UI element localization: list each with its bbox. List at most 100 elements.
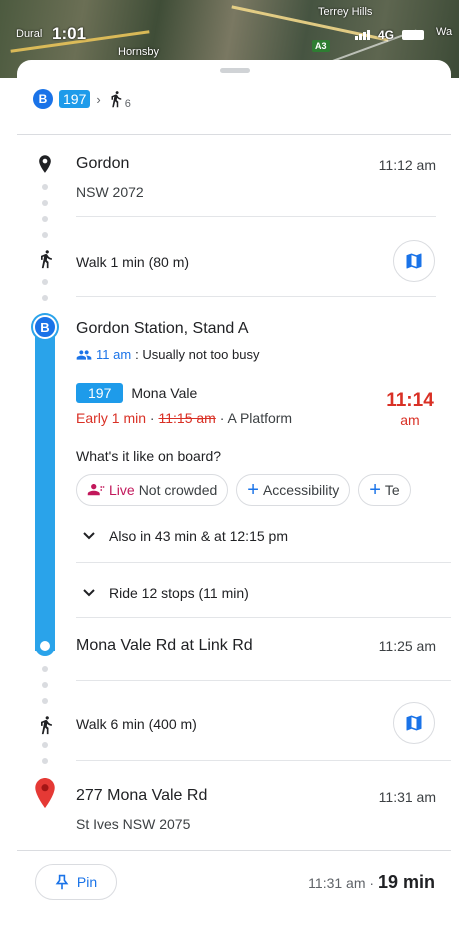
bottom-bar: Pin 11:31 am · 19 min bbox=[0, 850, 459, 932]
section-divider bbox=[76, 562, 451, 563]
departure-time: 11:14 am bbox=[375, 390, 445, 428]
walk1-map-button[interactable] bbox=[393, 240, 435, 282]
plus-icon: + bbox=[247, 479, 259, 501]
timeline-dot bbox=[42, 232, 48, 238]
alight-time: 11:25 am bbox=[378, 638, 436, 654]
walk2-label[interactable]: Walk 6 min (400 m) bbox=[76, 716, 197, 732]
busy-indicator: 11 am: Usually not too busy bbox=[76, 347, 259, 362]
section-divider bbox=[76, 216, 436, 217]
section-divider bbox=[76, 617, 451, 618]
chevron-down-icon bbox=[83, 532, 95, 540]
departure-time-ampm: am bbox=[400, 412, 420, 428]
bus-stop-start-icon: B bbox=[33, 315, 57, 339]
plus-icon: + bbox=[369, 479, 381, 501]
timeline-dot bbox=[42, 184, 48, 190]
accessibility-label: Accessibility bbox=[262, 482, 340, 498]
chevron-right-icon: › bbox=[96, 91, 101, 107]
early-label: Early 1 min bbox=[76, 410, 147, 426]
crowd-label: Not crowded bbox=[138, 482, 218, 498]
map-label-terrey-hills: Terrey Hills bbox=[318, 6, 373, 18]
timeline-dot bbox=[42, 698, 48, 704]
map-label-hornsby: Hornsby bbox=[118, 46, 159, 58]
pin-label: Pin bbox=[76, 874, 98, 890]
departure-time-value: 11:14 bbox=[386, 390, 434, 411]
route-chip: 197 bbox=[76, 383, 124, 403]
scheduled-time: 11:15 am bbox=[158, 410, 216, 426]
accessibility-chip[interactable]: + Accessibility bbox=[236, 474, 351, 506]
walk-icon bbox=[111, 91, 121, 108]
onboard-question: What's it like on board? bbox=[76, 448, 222, 464]
departure-status: Early 1 min · 11:15 am · A Platform bbox=[76, 410, 292, 426]
busy-text: : Usually not too busy bbox=[135, 347, 260, 362]
walk-icon bbox=[41, 250, 52, 269]
sheet-grabber[interactable] bbox=[220, 68, 250, 73]
battery-icon bbox=[402, 30, 425, 40]
separator: · bbox=[146, 410, 159, 426]
also-departures-label: Also in 43 min & at 12:15 pm bbox=[109, 528, 288, 544]
timeline-dot bbox=[42, 295, 48, 301]
chevron-down-icon bbox=[83, 589, 95, 597]
arrival-time: 11:31 am bbox=[308, 875, 366, 891]
map-icon bbox=[406, 253, 422, 269]
map-road-badge: A3 bbox=[312, 40, 330, 52]
live-label: Live bbox=[109, 482, 135, 498]
timeline-dot bbox=[42, 200, 48, 206]
onboard-chips: Live Not crowded + Accessibility + Te bbox=[76, 474, 451, 508]
signal-icon bbox=[355, 30, 370, 40]
origin-subtitle: NSW 2072 bbox=[76, 184, 144, 200]
people-live-icon bbox=[87, 484, 105, 496]
route-chip: 197 bbox=[59, 90, 91, 108]
bus-route-rail bbox=[35, 330, 55, 651]
timeline-dot bbox=[42, 216, 48, 222]
network-label: 4G bbox=[378, 28, 395, 42]
bus-mode-icon: B bbox=[33, 89, 53, 109]
separator: · bbox=[365, 875, 378, 891]
destination-pin-icon bbox=[35, 778, 55, 808]
route-destination: Mona Vale bbox=[131, 385, 198, 401]
separator: · bbox=[215, 410, 228, 426]
status-time: 1:01 bbox=[52, 24, 87, 43]
route-line[interactable]: 197 Mona Vale bbox=[76, 383, 197, 403]
crowd-chip[interactable]: Live Not crowded bbox=[76, 474, 229, 506]
platform-label: A Platform bbox=[227, 410, 293, 426]
bottom-divider bbox=[17, 850, 451, 851]
origin-pin-icon bbox=[39, 155, 51, 173]
walk1-label[interactable]: Walk 1 min (80 m) bbox=[76, 254, 189, 270]
walk-icon bbox=[41, 716, 52, 735]
walk2-map-button[interactable] bbox=[393, 702, 435, 744]
directions-sheet: B 197 › 6 Gordon NSW 2072 11:12 am Walk … bbox=[17, 60, 451, 932]
destination-subtitle: St Ives NSW 2075 bbox=[76, 816, 191, 832]
route-summary[interactable]: B 197 › 6 bbox=[33, 88, 131, 110]
boarding-stop-title[interactable]: Gordon Station, Stand A bbox=[76, 320, 249, 338]
section-divider bbox=[76, 680, 451, 681]
timeline-dot bbox=[42, 666, 48, 672]
summary-divider bbox=[17, 134, 451, 135]
trip-duration: 19 min bbox=[377, 872, 435, 892]
ride-stops-label: Ride 12 stops (11 min) bbox=[109, 585, 249, 601]
third-chip[interactable]: + Te bbox=[358, 474, 411, 506]
bus-stop-end-icon bbox=[35, 636, 55, 656]
section-divider bbox=[76, 760, 451, 761]
busy-time: 11 am bbox=[96, 347, 132, 362]
walk-count: 6 bbox=[124, 98, 131, 110]
map-label-partial: Wa bbox=[436, 26, 453, 38]
origin-time: 11:12 am bbox=[378, 157, 436, 173]
section-divider bbox=[76, 296, 436, 297]
ride-stops-toggle[interactable]: Ride 12 stops (11 min) bbox=[83, 585, 249, 601]
map-label-dural: Dural bbox=[16, 28, 43, 40]
third-chip-label: Te bbox=[384, 482, 400, 498]
trip-eta: 11:31 am · 19 min bbox=[308, 872, 435, 893]
destination-time: 11:31 am bbox=[378, 789, 436, 805]
origin-title[interactable]: Gordon bbox=[76, 155, 129, 173]
status-icons: 4G bbox=[355, 28, 425, 42]
timeline-dot bbox=[42, 279, 48, 285]
pushpin-icon bbox=[55, 874, 69, 890]
timeline-dot bbox=[42, 742, 48, 748]
alight-stop-title[interactable]: Mona Vale Rd at Link Rd bbox=[76, 637, 253, 655]
also-departures-toggle[interactable]: Also in 43 min & at 12:15 pm bbox=[83, 528, 288, 544]
timeline-dot bbox=[42, 758, 48, 764]
timeline-dot bbox=[42, 682, 48, 688]
pin-button[interactable]: Pin bbox=[35, 864, 117, 900]
destination-title[interactable]: 277 Mona Vale Rd bbox=[76, 787, 207, 805]
people-icon bbox=[76, 349, 92, 360]
